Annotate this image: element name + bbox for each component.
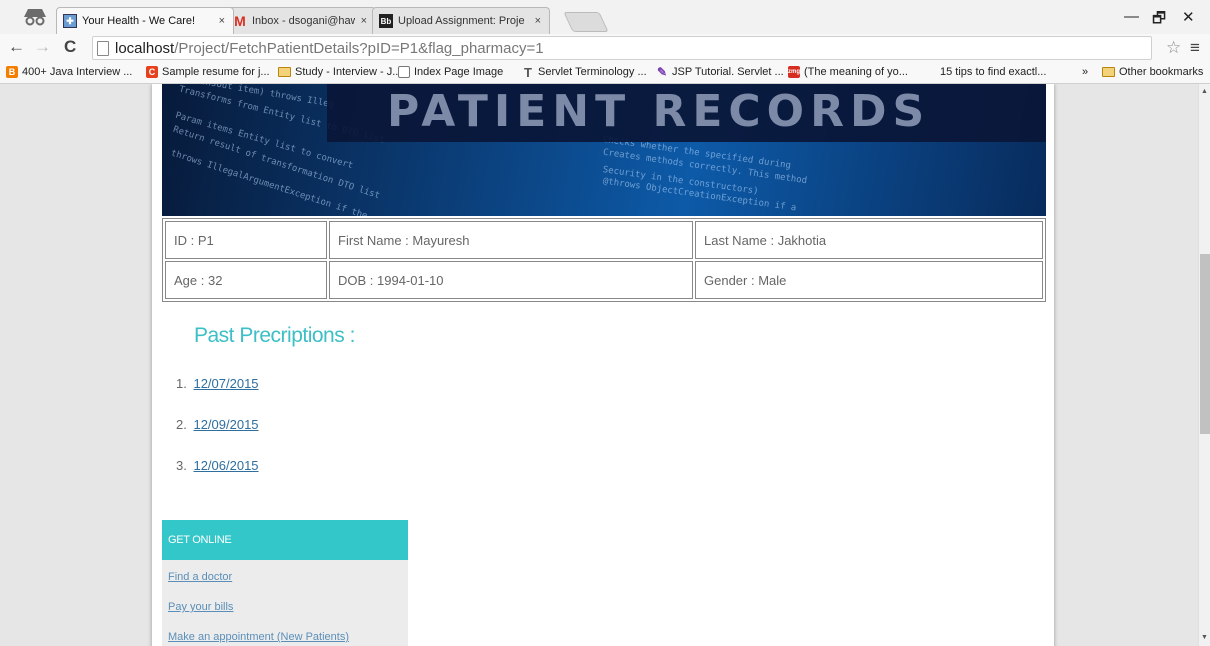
bookmark-item[interactable]: ✎ JSP Tutorial. Servlet ... [656,65,784,79]
page-title: PATIENT RECORDS [387,86,931,137]
page-container: ionsOut item) throws Illeg Transforms fr… [152,84,1054,646]
blogger-icon: B [6,66,18,78]
tab-gmail-inbox[interactable]: M Inbox - dsogani@hawk.iit. × [226,7,376,34]
address-host: localhost [115,39,175,57]
list-number: 3. [176,458,187,473]
address-bar[interactable]: localhost/Project/FetchPatientDetails?pI… [92,36,1152,60]
new-tab-button[interactable] [563,12,609,32]
minimize-button[interactable]: — [1124,8,1139,25]
prescription-link[interactable]: 12/07/2015 [193,376,258,391]
prescription-link[interactable]: 12/06/2015 [193,458,258,473]
make-appointment-link[interactable]: Make an appointment (New Patients) [168,622,408,646]
prescription-list: 1. 12/07/2015 2. 12/09/2015 3. 12/06/201… [176,376,259,499]
blackboard-icon: Bb [379,14,393,28]
vertical-scrollbar[interactable]: ▲ ▼ [1198,84,1210,646]
bookmark-label: 15 tips to find exactl... [940,66,1047,78]
page-icon [398,66,410,78]
past-prescriptions-heading: Past Precriptions : [194,324,355,347]
close-tab-icon[interactable]: × [219,15,225,27]
patient-last-name: Last Name : Jakhotia [695,221,1043,259]
tab-your-health[interactable]: ✚ Your Health - We Care! × [56,7,234,34]
close-window-button[interactable]: ✕ [1182,8,1195,26]
bookmark-folder[interactable]: Study - Interview - J... [278,66,401,78]
patient-dob: DOB : 1994-01-10 [329,261,693,299]
patient-info-table: ID : P1 First Name : Mayuresh Last Name … [162,218,1046,302]
pay-bills-link[interactable]: Pay your bills [168,592,408,622]
patient-age: Age : 32 [165,261,327,299]
address-path: /Project/FetchPatientDetails?pID=P1&flag… [174,39,544,57]
back-arrow-icon[interactable]: ← [8,37,25,57]
servlet-icon: T [524,64,532,80]
bookmark-label: (The meaning of yo... [804,66,908,78]
menu-icon[interactable]: ≡ [1190,38,1200,58]
patient-id: ID : P1 [165,221,327,259]
bookmark-label: Study - Interview - J... [295,66,402,78]
find-doctor-link[interactable]: Find a doctor [168,562,408,592]
table-row: Age : 32 DOB : 1994-01-10 Gender : Male [165,261,1043,299]
close-tab-icon[interactable]: × [535,15,541,27]
bookmark-label: Sample resume for j... [162,66,270,78]
other-bookmarks-label: Other bookmarks [1119,66,1204,78]
zmg-icon: zmg [788,66,800,78]
restore-button[interactable]: 🗗 [1152,8,1166,33]
gmail-icon: M [234,13,246,29]
patient-gender: Gender : Male [695,261,1043,299]
list-item: 1. 12/07/2015 [176,376,259,417]
bookmarks-bar: B 400+ Java Interview ... C Sample resum… [0,62,1210,84]
bookmark-label: Index Page Image [414,66,504,78]
tab-title: Upload Assignment: Proje [398,15,525,27]
list-number: 1. [176,376,187,391]
reload-icon[interactable]: C [64,37,76,57]
bookmark-label: 400+ Java Interview ... [22,66,133,78]
bookmarks-overflow[interactable]: » [1082,66,1088,78]
list-item: 3. 12/06/2015 [176,458,259,499]
tab-title: Inbox - dsogani@hawk.iit. [252,15,355,27]
browser-toolbar: ← → C localhost/Project/FetchPatientDeta… [0,34,1210,62]
bookmark-item[interactable]: T Servlet Terminology ... [522,64,647,80]
forward-arrow-icon[interactable]: → [34,37,51,57]
bookmark-star-icon[interactable]: ☆ [1166,38,1181,58]
get-online-heading: GET ONLINE [162,520,408,560]
page-viewport: ionsOut item) throws Illeg Transforms fr… [0,84,1198,646]
health-icon: ✚ [63,14,77,28]
page-icon [97,40,109,56]
bookmark-label: Servlet Terminology ... [538,66,647,78]
bookmark-item[interactable]: C Sample resume for j... [146,66,270,78]
scrollbar-thumb[interactable] [1200,254,1210,434]
prescription-link[interactable]: 12/09/2015 [193,417,258,432]
bookmark-label: JSP Tutorial. Servlet ... [672,66,784,78]
browser-tab-strip: ✚ Your Health - We Care! × M Inbox - dso… [0,0,1210,34]
bookmark-item[interactable]: Index Page Image [398,66,503,78]
tab-upload-assignment[interactable]: Bb Upload Assignment: Proje × [372,7,550,34]
folder-icon [278,67,291,77]
list-item: 2. 12/09/2015 [176,417,259,458]
bookmark-item[interactable]: zmg (The meaning of yo... [788,66,908,78]
tab-title: Your Health - We Care! [82,15,196,27]
scroll-up-arrow-icon[interactable]: ▲ [1201,88,1208,95]
bookmark-item[interactable]: 15 tips to find exactl... [940,66,1046,78]
resume-icon: C [146,66,158,78]
close-tab-icon[interactable]: × [361,15,367,27]
bookmark-item[interactable]: B 400+ Java Interview ... [6,66,132,78]
jsp-icon: ✎ [656,65,668,79]
scroll-down-arrow-icon[interactable]: ▼ [1201,634,1208,641]
chevron-right-icon: » [1082,66,1089,78]
patient-records-banner: ionsOut item) throws Illeg Transforms fr… [162,84,1046,216]
folder-icon [1102,67,1115,77]
patient-first-name: First Name : Mayuresh [329,221,693,259]
incognito-icon [24,9,46,26]
table-row: ID : P1 First Name : Mayuresh Last Name … [165,221,1043,259]
other-bookmarks[interactable]: Other bookmarks [1102,66,1203,78]
list-number: 2. [176,417,187,432]
get-online-panel: GET ONLINE Find a doctor Pay your bills … [162,520,408,646]
